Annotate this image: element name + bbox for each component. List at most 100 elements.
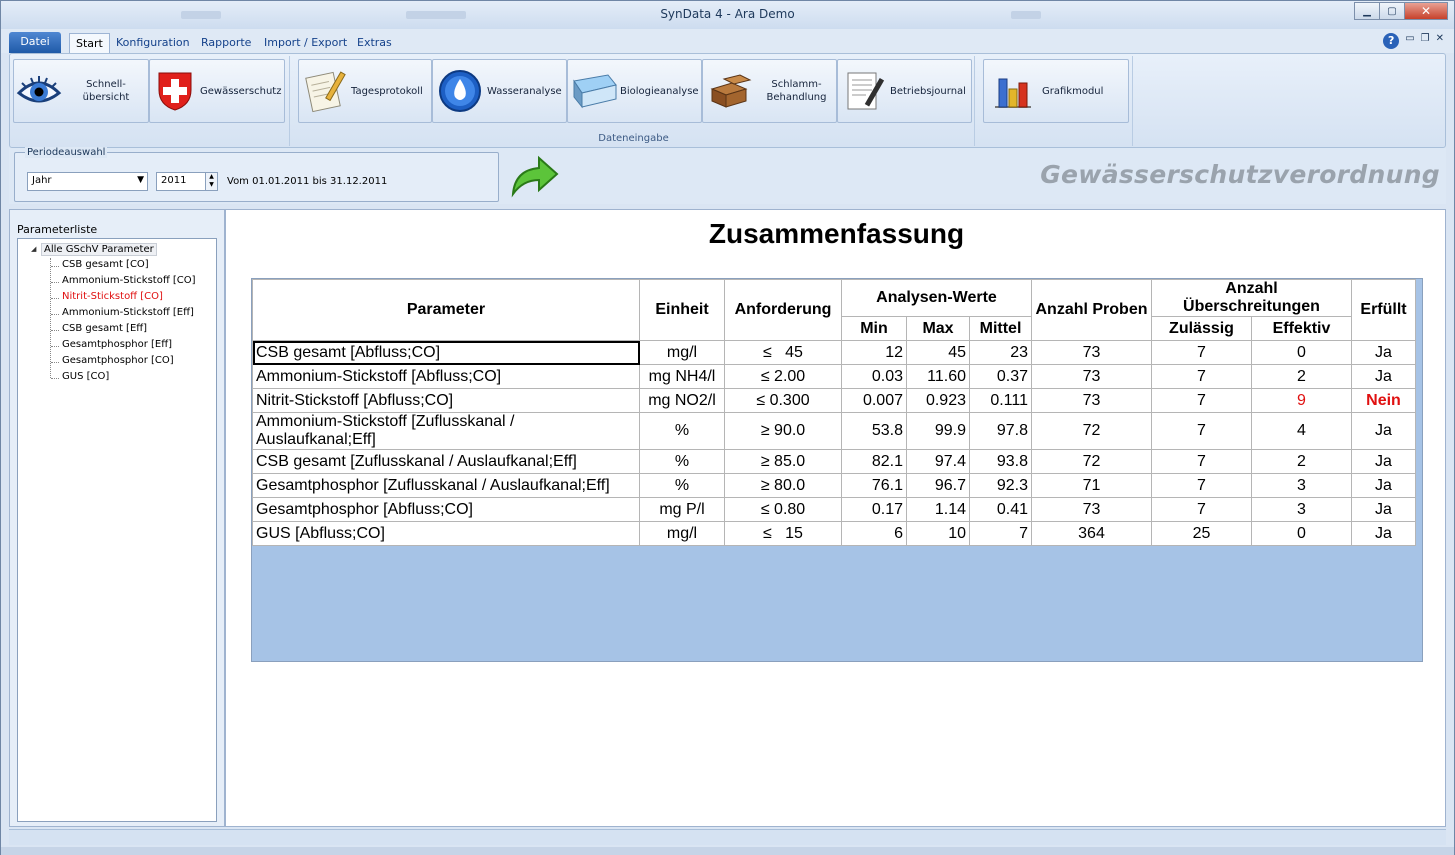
cell-effektiv[interactable]: 0 xyxy=(1251,340,1352,365)
cell-parameter[interactable]: Gesamtphosphor [Zuflusskanal / Auslaufka… xyxy=(252,473,640,498)
cell-anforderung[interactable]: ≥ 80.0 xyxy=(724,473,842,498)
cell-effektiv[interactable]: 3 xyxy=(1251,497,1352,522)
maximize-button[interactable]: ▢ xyxy=(1379,2,1405,20)
cell-anforderung[interactable]: ≤ 0.80 xyxy=(724,497,842,522)
cell-mittel[interactable]: 97.8 xyxy=(969,412,1032,450)
cell-erfuellt[interactable]: Ja xyxy=(1351,364,1416,389)
header-mittel[interactable]: Mittel xyxy=(969,316,1032,341)
minimize-mdi-icon[interactable]: ▭ xyxy=(1405,33,1414,49)
tab-datei[interactable]: Datei xyxy=(9,32,61,53)
table-row[interactable]: CSB gesamt [Zuflusskanal / Auslaufkanal;… xyxy=(252,449,1416,474)
tree-item-selected[interactable]: Nitrit-Stickstoff [CO] xyxy=(62,291,163,302)
cell-parameter[interactable]: GUS [Abfluss;CO] xyxy=(252,521,640,546)
cell-effektiv[interactable]: 2 xyxy=(1251,449,1352,474)
table-row[interactable]: CSB gesamt [Abfluss;CO] mg/l ≤ 45 12 45 23 73 7… xyxy=(252,340,1416,365)
tree-item[interactable]: Gesamtphosphor [Eff] xyxy=(62,339,172,350)
cell-erfuellt[interactable]: Nein xyxy=(1351,388,1416,413)
schnelluebersicht-button[interactable]: Schnell- übersicht xyxy=(13,59,149,123)
cell-max[interactable]: 11.60 xyxy=(906,364,970,389)
cell-zulaessig[interactable]: 7 xyxy=(1151,449,1252,474)
cell-effektiv[interactable]: 3 xyxy=(1251,473,1352,498)
table-row[interactable]: Ammonium-Stickstoff [Zuflusskanal / Ausl… xyxy=(252,412,1416,450)
cell-min[interactable]: 0.17 xyxy=(841,497,907,522)
close-button[interactable]: ✕ xyxy=(1404,2,1448,20)
cell-anzahl-proben[interactable]: 73 xyxy=(1031,340,1152,365)
biologieanalyse-button[interactable]: Biologieanalyse xyxy=(567,59,702,123)
tree-item[interactable]: CSB gesamt [CO] xyxy=(62,259,149,270)
header-effektiv[interactable]: Effektiv xyxy=(1251,316,1352,341)
tree-item[interactable]: GUS [CO] xyxy=(62,371,109,382)
cell-zulaessig[interactable]: 7 xyxy=(1151,364,1252,389)
cell-anzahl-proben[interactable]: 364 xyxy=(1031,521,1152,546)
cell-anzahl-proben[interactable]: 73 xyxy=(1031,388,1152,413)
cell-max[interactable]: 97.4 xyxy=(906,449,970,474)
year-spinner[interactable]: 2011 ▲ ▼ xyxy=(156,172,218,191)
grafikmodul-button[interactable]: Grafikmodul xyxy=(983,59,1129,123)
tree-expand-icon[interactable]: ◢ xyxy=(31,245,36,253)
cell-parameter[interactable]: CSB gesamt [Zuflusskanal / Auslaufkanal;… xyxy=(252,449,640,474)
table-row[interactable]: Gesamtphosphor [Zuflusskanal / Auslaufka… xyxy=(252,473,1416,498)
cell-min[interactable]: 6 xyxy=(841,521,907,546)
close-mdi-icon[interactable]: ✕ xyxy=(1436,33,1444,49)
cell-zulaessig[interactable]: 7 xyxy=(1151,340,1252,365)
cell-anforderung[interactable]: ≤ 0.300 xyxy=(724,388,842,413)
cell-anforderung[interactable]: ≤ 15 xyxy=(724,521,842,546)
cell-anzahl-proben[interactable]: 71 xyxy=(1031,473,1152,498)
cell-min[interactable]: 0.03 xyxy=(841,364,907,389)
cell-mittel[interactable]: 92.3 xyxy=(969,473,1032,498)
cell-mittel[interactable]: 0.37 xyxy=(969,364,1032,389)
cell-min[interactable]: 76.1 xyxy=(841,473,907,498)
spinner-arrows-icon[interactable]: ▲ ▼ xyxy=(205,173,217,190)
tree-root[interactable]: Alle GSchV Parameter xyxy=(41,243,157,256)
table-row[interactable]: Nitrit-Stickstoff [Abfluss;CO] mg NO2/l ≤ … xyxy=(252,388,1416,413)
cell-zulaessig[interactable]: 7 xyxy=(1151,412,1252,450)
cell-zulaessig[interactable]: 7 xyxy=(1151,473,1252,498)
cell-erfuellt[interactable]: Ja xyxy=(1351,521,1416,546)
restore-mdi-icon[interactable]: ❐ xyxy=(1421,33,1430,49)
cell-mittel[interactable]: 7 xyxy=(969,521,1032,546)
cell-anforderung[interactable]: ≤ 2.00 xyxy=(724,364,842,389)
schlammbehandlung-button[interactable]: Schlamm- Behandlung xyxy=(702,59,837,123)
tagesprotokoll-button[interactable]: Tagesprotokoll xyxy=(298,59,432,123)
table-row[interactable]: GUS [Abfluss;CO] mg/l ≤ 15 6 10 7 364 25 0 Ja xyxy=(252,521,1416,546)
cell-anzahl-proben[interactable]: 73 xyxy=(1031,497,1152,522)
cell-anforderung[interactable]: ≥ 90.0 xyxy=(724,412,842,450)
cell-mittel[interactable]: 0.41 xyxy=(969,497,1032,522)
cell-effektiv[interactable]: 9 xyxy=(1251,388,1352,413)
tab-rapporte[interactable]: Rapporte xyxy=(195,33,257,53)
cell-parameter[interactable]: Ammonium-Stickstoff [Zuflusskanal / Ausl… xyxy=(252,412,640,450)
cell-min[interactable]: 53.8 xyxy=(841,412,907,450)
tree-item[interactable]: Ammonium-Stickstoff [CO] xyxy=(62,275,196,286)
tab-start[interactable]: Start xyxy=(69,33,110,53)
cell-parameter[interactable]: CSB gesamt [Abfluss;CO] xyxy=(252,340,640,365)
tree-item[interactable]: Ammonium-Stickstoff [Eff] xyxy=(62,307,194,318)
cell-einheit[interactable]: % xyxy=(639,449,725,474)
cell-einheit[interactable]: mg NH4/l xyxy=(639,364,725,389)
header-anforderung[interactable]: Anforderung xyxy=(724,279,842,341)
header-min[interactable]: Min xyxy=(841,316,907,341)
cell-min[interactable]: 82.1 xyxy=(841,449,907,474)
cell-max[interactable]: 0.923 xyxy=(906,388,970,413)
header-einheit[interactable]: Einheit xyxy=(639,279,725,341)
cell-zulaessig[interactable]: 25 xyxy=(1151,521,1252,546)
cell-effektiv[interactable]: 0 xyxy=(1251,521,1352,546)
betriebsjournal-button[interactable]: Betriebsjournal xyxy=(837,59,972,123)
header-zulaessig[interactable]: Zulässig xyxy=(1151,316,1252,341)
cell-einheit[interactable]: mg NO2/l xyxy=(639,388,725,413)
cell-einheit[interactable]: % xyxy=(639,412,725,450)
cell-min[interactable]: 0.007 xyxy=(841,388,907,413)
cell-min[interactable]: 12 xyxy=(841,340,907,365)
cell-mittel[interactable]: 23 xyxy=(969,340,1032,365)
table-row[interactable]: Ammonium-Stickstoff [Abfluss;CO] mg NH4/l… xyxy=(252,364,1416,389)
table-row[interactable]: Gesamtphosphor [Abfluss;CO] mg P/l ≤ 0.80 0… xyxy=(252,497,1416,522)
cell-erfuellt[interactable]: Ja xyxy=(1351,340,1416,365)
period-mode-select[interactable]: Jahr ▼ xyxy=(27,172,148,191)
cell-erfuellt[interactable]: Ja xyxy=(1351,449,1416,474)
gewaesserschutz-button[interactable]: Gewässerschutz xyxy=(149,59,285,123)
tab-extras[interactable]: Extras xyxy=(351,33,398,53)
cell-einheit[interactable]: mg/l xyxy=(639,340,725,365)
cell-einheit[interactable]: mg/l xyxy=(639,521,725,546)
header-erfuellt[interactable]: Erfüllt xyxy=(1351,279,1416,341)
cell-erfuellt[interactable]: Ja xyxy=(1351,473,1416,498)
cell-erfuellt[interactable]: Ja xyxy=(1351,497,1416,522)
